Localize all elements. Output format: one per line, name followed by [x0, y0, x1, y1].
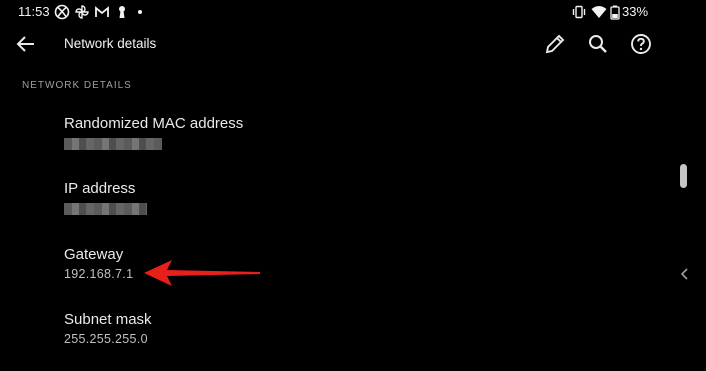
list-item-randomized-mac[interactable]: Randomized MAC address	[64, 115, 624, 175]
search-icon[interactable]	[586, 32, 610, 56]
status-bar: 11:53 33%	[0, 0, 706, 24]
keyhole-icon	[119, 6, 125, 18]
battery-percent: 33%	[622, 4, 649, 19]
list-item-ip-address[interactable]: IP address	[64, 180, 624, 240]
item-value: 255.255.255.0	[64, 332, 148, 346]
item-label: Subnet mask	[64, 311, 152, 328]
annotation-arrow-icon	[144, 260, 260, 286]
item-label: IP address	[64, 180, 136, 197]
vibrate-icon	[572, 5, 586, 19]
page-title: Network details	[64, 36, 157, 51]
battery-icon	[610, 5, 620, 20]
redacted-value	[64, 138, 162, 150]
wifi-icon	[591, 6, 607, 18]
back-arrow-icon[interactable]	[14, 32, 38, 56]
section-header: NETWORK DETAILS	[22, 80, 132, 91]
app-bar: Network details	[0, 24, 706, 64]
status-time: 11:53	[18, 4, 50, 19]
notification-dot-icon	[138, 10, 142, 14]
gmail-icon	[95, 6, 109, 17]
help-icon[interactable]	[629, 32, 653, 56]
item-label: Randomized MAC address	[64, 115, 244, 132]
pinwheel-icon	[75, 5, 89, 19]
edit-pencil-icon[interactable]	[543, 32, 567, 56]
xbox-icon	[54, 4, 70, 20]
scrollbar-thumb[interactable]	[680, 164, 687, 188]
chevron-left-icon[interactable]	[678, 266, 692, 282]
redacted-value	[64, 203, 147, 215]
list-item-subnet-mask[interactable]: Subnet mask 255.255.255.0	[64, 311, 624, 371]
